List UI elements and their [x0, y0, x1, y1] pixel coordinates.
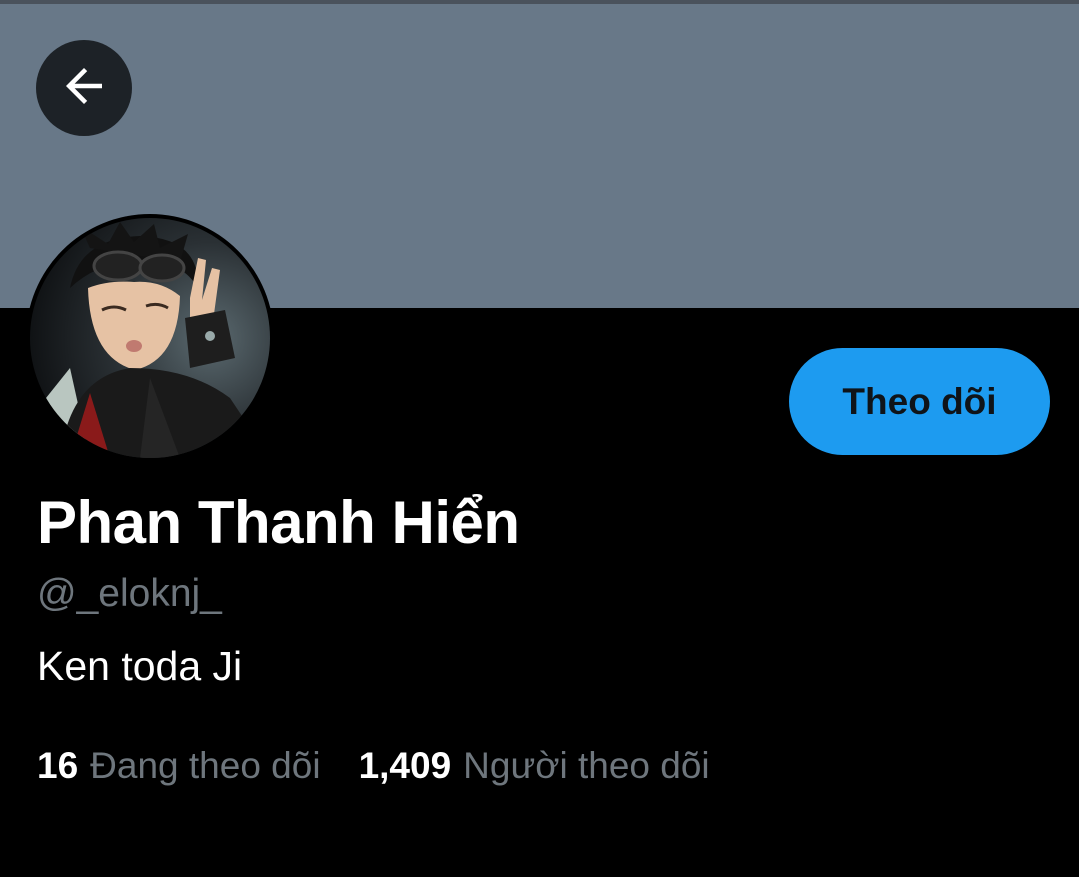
following-label: Đang theo dõi — [90, 745, 321, 786]
back-button[interactable] — [36, 40, 132, 136]
profile-handle: @_eloknj_ — [37, 572, 222, 615]
avatar-image — [30, 218, 270, 458]
followers-link[interactable]: 1,409 Người theo dõi — [359, 745, 710, 787]
profile-name: Phan Thanh Hiển — [37, 489, 520, 556]
following-link[interactable]: 16 Đang theo dõi — [37, 745, 321, 787]
followers-count: 1,409 — [358, 745, 452, 786]
following-count: 16 — [37, 745, 79, 786]
profile-bio: Ken toda Ji — [37, 643, 243, 689]
arrow-left-icon — [57, 59, 111, 118]
follow-button[interactable]: Theo dõi — [789, 348, 1050, 455]
followers-label: Người theo dõi — [463, 745, 710, 786]
profile-stats: 16 Đang theo dõi 1,409 Người theo dõi — [37, 745, 710, 787]
avatar[interactable] — [26, 214, 274, 462]
